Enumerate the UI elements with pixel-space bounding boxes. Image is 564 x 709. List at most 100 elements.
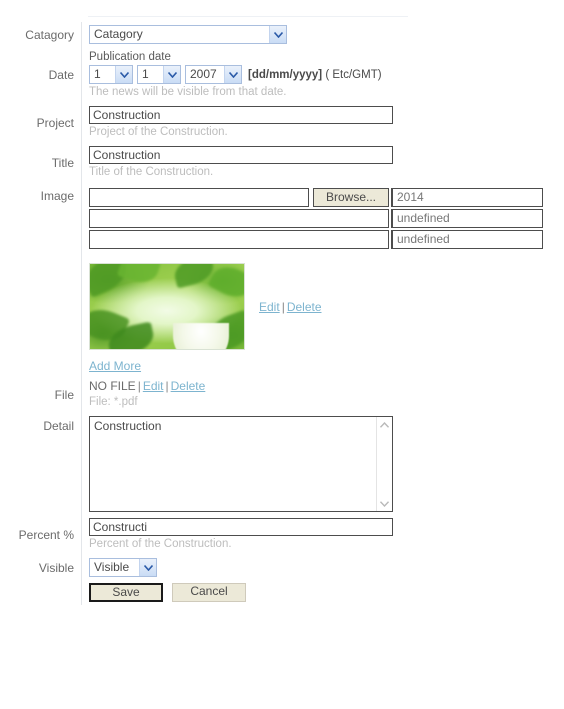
label-title: Title <box>51 156 74 170</box>
file-hint: File: *.pdf <box>89 396 138 408</box>
thumbnail-delete-link[interactable]: Delete <box>287 300 322 314</box>
label-detail: Detail <box>43 419 74 433</box>
upload-name-cell: 2014 <box>391 188 545 207</box>
row-percent: Percent % Percent of the Construction. <box>0 515 556 555</box>
row-category: Catagory Catagory <box>0 22 556 47</box>
field-detail: Construction <box>81 413 556 515</box>
upload-name-cell: undefined <box>391 230 545 249</box>
date-timezone: ( Etc/GMT) <box>325 68 382 81</box>
image-file-input-1[interactable] <box>89 188 309 207</box>
file-delete-link[interactable]: Delete <box>171 379 206 393</box>
file-input-group-3 <box>89 230 389 249</box>
percent-hint: Percent of the Construction. <box>89 538 232 550</box>
row-image: Image Browse... 2014 undefined undefined… <box>0 183 556 376</box>
label-image: Image <box>40 189 74 203</box>
upload-file-cell <box>89 209 391 228</box>
save-button[interactable]: Save <box>89 583 163 602</box>
detail-scrollbar[interactable] <box>376 417 392 511</box>
row-date: Date Publication date 1 1 2007 [dd/mm/yy… <box>0 47 556 103</box>
image-name-3[interactable]: undefined <box>391 230 543 249</box>
chevron-down-icon[interactable] <box>269 26 286 43</box>
image-upload-table: Browse... 2014 undefined undefined <box>89 186 545 251</box>
year-select-value: 2007 <box>190 67 217 81</box>
category-select-value: Catagory <box>94 27 143 41</box>
detail-textarea-value: Construction <box>94 419 162 433</box>
project-hint: Project of the Construction. <box>89 126 228 138</box>
separator: | <box>137 379 141 393</box>
chevron-down-icon[interactable] <box>139 559 156 576</box>
visible-select[interactable]: Visible <box>89 558 157 577</box>
detail-textarea[interactable]: Construction <box>89 416 393 512</box>
add-more-link[interactable]: Add More <box>89 359 141 373</box>
row-detail: Detail Construction <box>0 413 556 515</box>
mortar-bowl-shape <box>173 323 230 349</box>
date-format-note: [dd/mm/yyyy] ( Etc/GMT) <box>248 69 382 81</box>
field-category: Catagory <box>81 22 556 47</box>
image-file-input-3[interactable] <box>89 230 389 249</box>
visible-select-value: Visible <box>94 560 130 574</box>
chevron-down-icon[interactable] <box>115 66 132 83</box>
image-name-1[interactable]: 2014 <box>391 188 543 207</box>
publication-date-title: Publication date <box>89 51 171 63</box>
label-date: Date <box>48 68 74 82</box>
scroll-down-icon[interactable] <box>377 496 392 511</box>
upload-row: undefined <box>89 209 545 228</box>
row-visible: Visible Visible <box>0 555 556 580</box>
label-visible: Visible <box>38 560 74 575</box>
add-more-row: Add More <box>89 359 556 373</box>
label-project: Project <box>36 116 74 130</box>
construction-edit-form: Catagory Catagory Date Publication date … <box>0 22 564 605</box>
row-title: Title Title of the Construction. <box>0 143 556 183</box>
chevron-down-icon[interactable] <box>163 66 180 83</box>
month-select-value: 1 <box>142 67 149 81</box>
separator: | <box>165 379 169 393</box>
label-actions-empty <box>0 580 82 605</box>
thumbnail-edit-link[interactable]: Edit <box>259 300 280 314</box>
label-category: Catagory <box>25 27 74 42</box>
date-format-pattern: [dd/mm/yyyy] <box>248 68 323 81</box>
thumbnail-actions: Edit | Delete <box>259 300 322 314</box>
field-visible: Visible <box>81 555 556 580</box>
file-input-group-2 <box>89 209 389 228</box>
row-file: File NO FILE | Edit | Delete File: *.pdf <box>0 376 556 413</box>
browse-button-1[interactable]: Browse... <box>313 188 389 207</box>
day-select[interactable]: 1 <box>89 65 133 84</box>
image-name-2[interactable]: undefined <box>391 209 543 228</box>
month-select[interactable]: 1 <box>137 65 181 84</box>
field-project: Project of the Construction. <box>81 103 556 143</box>
upload-name-cell: undefined <box>391 209 545 228</box>
title-input[interactable] <box>89 146 393 164</box>
form-table: Catagory Catagory Date Publication date … <box>0 22 556 605</box>
field-date: Publication date 1 1 2007 [dd/mm/yyyy] (… <box>81 47 556 103</box>
label-file: File <box>54 387 74 402</box>
field-file: NO FILE | Edit | Delete File: *.pdf <box>81 376 556 413</box>
field-percent: Percent of the Construction. <box>81 515 556 555</box>
percent-input[interactable] <box>89 518 393 536</box>
day-select-value: 1 <box>94 67 101 81</box>
label-percent: Percent % <box>18 528 74 542</box>
chevron-down-icon[interactable] <box>224 66 241 83</box>
cancel-button[interactable]: Cancel <box>172 583 246 602</box>
upload-row: Browse... 2014 <box>89 188 545 207</box>
image-thumbnail-row: Edit | Delete <box>89 263 556 350</box>
year-select[interactable]: 2007 <box>185 65 242 84</box>
file-status-text: NO FILE <box>89 379 136 393</box>
date-select-group: 1 1 2007 [dd/mm/yyyy] (Etc/GMT) <box>89 65 556 84</box>
row-actions: Save Cancel <box>0 580 556 605</box>
field-title: Title of the Construction. <box>81 143 556 183</box>
file-status-line: NO FILE | Edit | Delete <box>89 379 556 394</box>
upload-row: undefined <box>89 230 545 249</box>
file-edit-link[interactable]: Edit <box>143 379 164 393</box>
title-hint: Title of the Construction. <box>89 166 214 178</box>
field-image: Browse... 2014 undefined undefined Edit … <box>81 183 556 376</box>
field-actions: Save Cancel <box>81 580 556 605</box>
image-file-input-2[interactable] <box>89 209 389 228</box>
project-input[interactable] <box>89 106 393 124</box>
separator: | <box>281 299 285 314</box>
scroll-up-icon[interactable] <box>377 417 392 432</box>
upload-file-cell: Browse... <box>89 188 391 207</box>
category-select[interactable]: Catagory <box>89 25 287 44</box>
image-thumbnail[interactable] <box>89 263 245 350</box>
top-divider <box>88 16 408 17</box>
date-hint: The news will be visible from that date. <box>89 86 287 98</box>
